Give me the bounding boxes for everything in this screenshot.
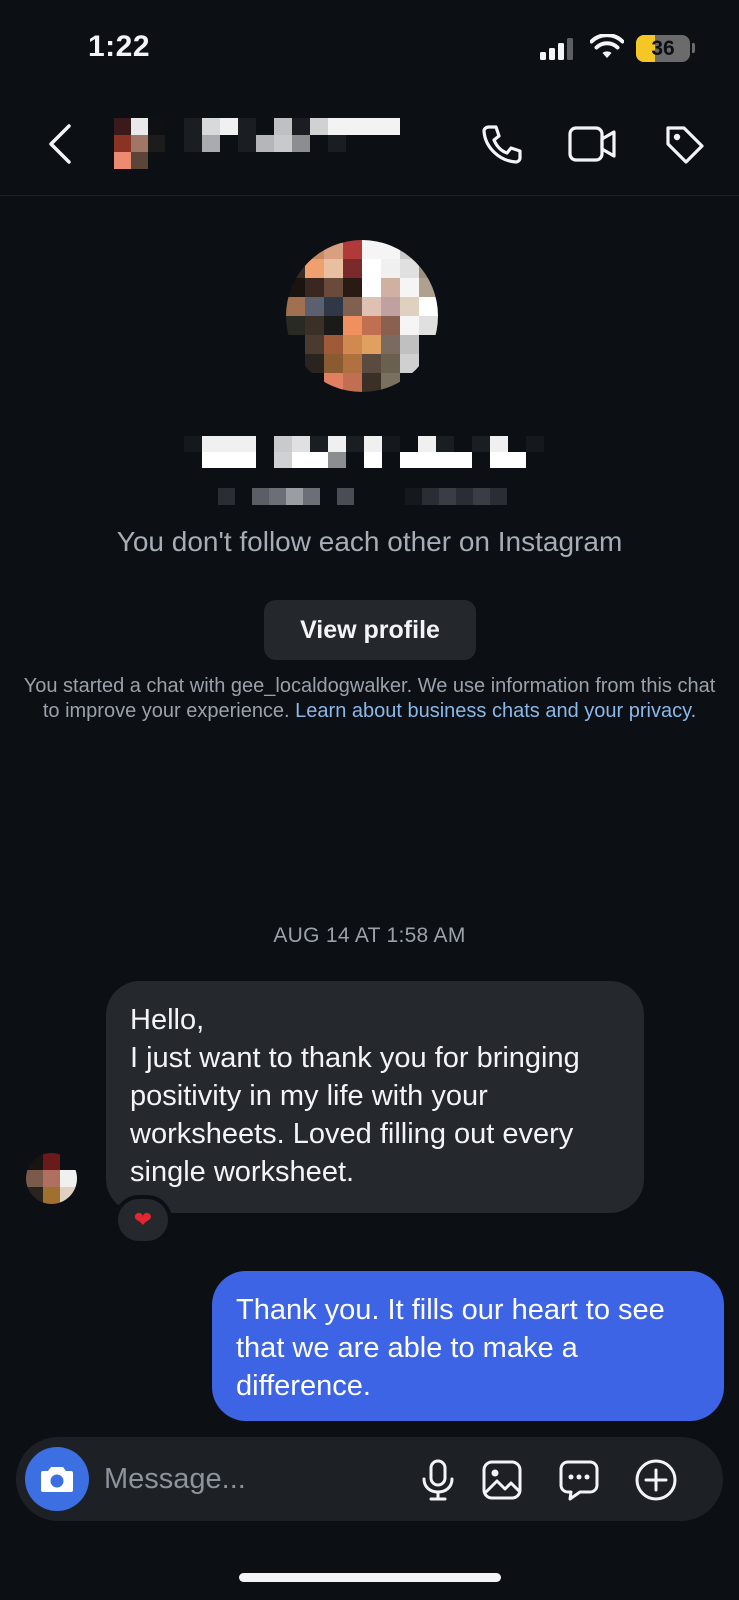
- chat-header: [0, 100, 739, 196]
- sender-avatar[interactable]: [26, 1153, 77, 1204]
- profile-name: [184, 436, 544, 468]
- header-avatar[interactable]: [114, 118, 165, 169]
- camera-icon: [41, 1467, 73, 1492]
- battery-tip: [692, 43, 695, 53]
- voice-message-button[interactable]: [414, 1456, 462, 1504]
- wifi-icon: [589, 33, 625, 60]
- business-chat-notice: You started a chat with gee_localdogwalk…: [22, 674, 717, 724]
- battery-level: 36: [651, 37, 675, 60]
- sticker-icon: [559, 1460, 599, 1501]
- microphone-icon: [422, 1459, 454, 1501]
- audio-call-button[interactable]: [472, 114, 532, 174]
- gallery-button[interactable]: [478, 1456, 526, 1504]
- message-input[interactable]: [104, 1451, 404, 1507]
- message-composer: [16, 1437, 723, 1521]
- outgoing-message[interactable]: Thank you. It fills our heart to see tha…: [212, 1271, 724, 1421]
- heart-reaction[interactable]: ❤: [114, 1195, 172, 1245]
- label-button[interactable]: [654, 114, 714, 174]
- status-bar: 1:22 36: [0, 0, 739, 100]
- view-profile-button[interactable]: View profile: [264, 600, 476, 660]
- relationship-status: You don't follow each other on Instagram: [116, 526, 623, 557]
- back-button[interactable]: [30, 114, 90, 174]
- camera-button[interactable]: [25, 1447, 89, 1511]
- profile-avatar[interactable]: [286, 240, 438, 392]
- home-indicator[interactable]: [239, 1573, 501, 1582]
- battery-icon: 36: [636, 35, 690, 62]
- heart-icon: ❤: [133, 1207, 153, 1232]
- more-options-button[interactable]: [632, 1456, 680, 1504]
- incoming-message[interactable]: Hello, I just want to thank you for brin…: [106, 981, 644, 1213]
- back-icon: [49, 124, 71, 164]
- phone-icon: [482, 125, 522, 164]
- signal-icon: [540, 38, 576, 60]
- sticker-button[interactable]: [555, 1456, 603, 1504]
- privacy-link[interactable]: Learn about business chats and your priv…: [295, 700, 696, 722]
- profile-handle: [218, 488, 524, 505]
- status-time: 1:22: [88, 30, 151, 63]
- video-call-button[interactable]: [562, 114, 622, 174]
- plus-icon: [635, 1459, 677, 1501]
- tag-icon: [666, 126, 704, 164]
- header-username[interactable]: [184, 118, 436, 152]
- message-timestamp: AUG 14 AT 1:58 AM: [273, 924, 466, 947]
- gallery-icon: [482, 1460, 522, 1500]
- video-icon: [568, 126, 616, 162]
